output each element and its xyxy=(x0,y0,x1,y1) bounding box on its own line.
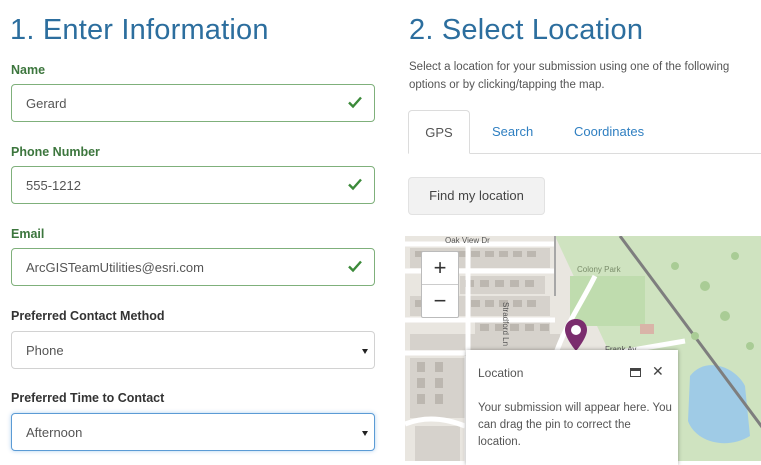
dropdown-caret-icon xyxy=(362,349,368,354)
select-location-heading: 2. Select Location xyxy=(409,14,644,46)
name-value: Gerard xyxy=(26,96,67,111)
email-value: ArcGISTeamUtilities@esri.com xyxy=(26,260,204,275)
email-field[interactable]: ArcGISTeamUtilities@esri.com xyxy=(11,248,375,286)
street-label-oak-view: Oak View Dr xyxy=(445,236,490,245)
park-label-colony: Colony Park xyxy=(577,265,622,274)
find-my-location-button[interactable]: Find my location xyxy=(408,177,545,215)
email-label: Email xyxy=(11,227,45,241)
zoom-in-button[interactable]: + xyxy=(422,252,458,285)
tab-coordinates[interactable]: Coordinates xyxy=(574,110,644,153)
location-tabs: GPS Search Coordinates xyxy=(408,110,761,154)
enter-information-heading: 1. Enter Information xyxy=(10,14,269,46)
location-instructions: Select a location for your submission us… xyxy=(409,61,730,91)
popup-body: Your submission will appear here. You ca… xyxy=(478,402,672,448)
contact-time-label: Preferred Time to Contact xyxy=(11,391,165,405)
check-icon xyxy=(348,178,362,191)
tab-gps[interactable]: GPS xyxy=(408,110,470,154)
popup-title: Location xyxy=(478,366,524,380)
phone-label: Phone Number xyxy=(11,145,100,159)
name-field[interactable]: Gerard xyxy=(11,84,375,122)
contact-method-select[interactable]: Phone xyxy=(11,331,375,369)
maximize-icon[interactable] xyxy=(630,368,641,377)
phone-value: 555-1212 xyxy=(26,178,81,193)
contact-method-value: Phone xyxy=(26,343,64,358)
contact-time-value: Afternoon xyxy=(26,425,83,440)
check-icon xyxy=(348,96,362,109)
close-icon[interactable]: ✕ xyxy=(652,363,664,380)
contact-method-label: Preferred Contact Method xyxy=(11,309,165,323)
map-zoom-control: + − xyxy=(421,251,459,318)
check-icon xyxy=(348,260,362,273)
location-pin-icon[interactable] xyxy=(563,318,589,352)
name-label: Name xyxy=(11,63,46,77)
contact-time-select[interactable]: Afternoon xyxy=(11,413,375,451)
tab-search[interactable]: Search xyxy=(492,110,533,153)
dropdown-caret-icon xyxy=(362,431,368,436)
zoom-out-button[interactable]: − xyxy=(422,285,458,317)
location-popup: Location ✕ Your submission will appear h… xyxy=(466,350,678,465)
street-label-stradford: Stradford Ln xyxy=(501,302,510,346)
phone-field[interactable]: 555-1212 xyxy=(11,166,375,204)
